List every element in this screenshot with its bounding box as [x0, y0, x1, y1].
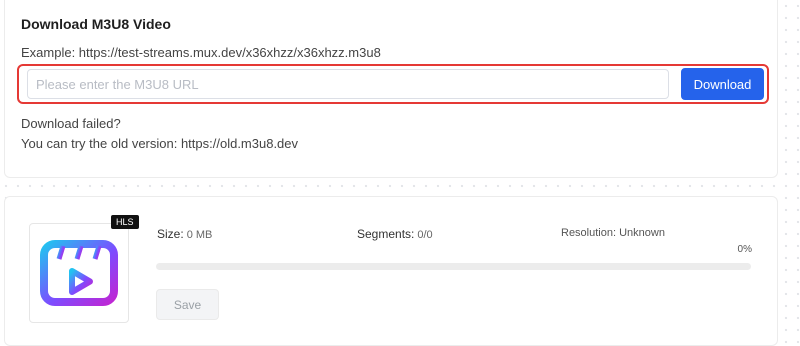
- video-player-icon: [40, 240, 118, 306]
- segments-label: Segments:: [357, 227, 415, 241]
- size-label: Size:: [157, 227, 184, 241]
- segments-value: 0/0: [417, 229, 433, 241]
- size-value: 0 MB: [186, 229, 213, 241]
- save-button[interactable]: Save: [156, 289, 219, 320]
- hls-badge: HLS: [111, 215, 139, 229]
- download-failed-text: Download failed?: [21, 116, 121, 131]
- download-card: Download M3U8 Video Example: https://tes…: [4, 0, 778, 178]
- old-version-text: You can try the old version: https://old…: [21, 136, 299, 151]
- task-card: HLS Size: 0 MB Segments: 0/0 Resolution: U…: [4, 196, 778, 346]
- resolution-text: Resolution: Unknown: [561, 227, 665, 239]
- video-thumbnail: [29, 223, 129, 323]
- progress-percent: 0%: [737, 244, 752, 255]
- url-input-group: Download: [17, 64, 769, 104]
- size-stat: Size: 0 MB: [157, 227, 212, 241]
- segments-stat: Segments: 0/0: [357, 227, 433, 241]
- m3u8-url-input[interactable]: [27, 69, 669, 99]
- page-title: Download M3U8 Video: [21, 16, 171, 32]
- progress-bar: [156, 263, 751, 270]
- download-button[interactable]: Download: [681, 68, 764, 100]
- example-url-text: Example: https://test-streams.mux.dev/x3…: [21, 45, 381, 60]
